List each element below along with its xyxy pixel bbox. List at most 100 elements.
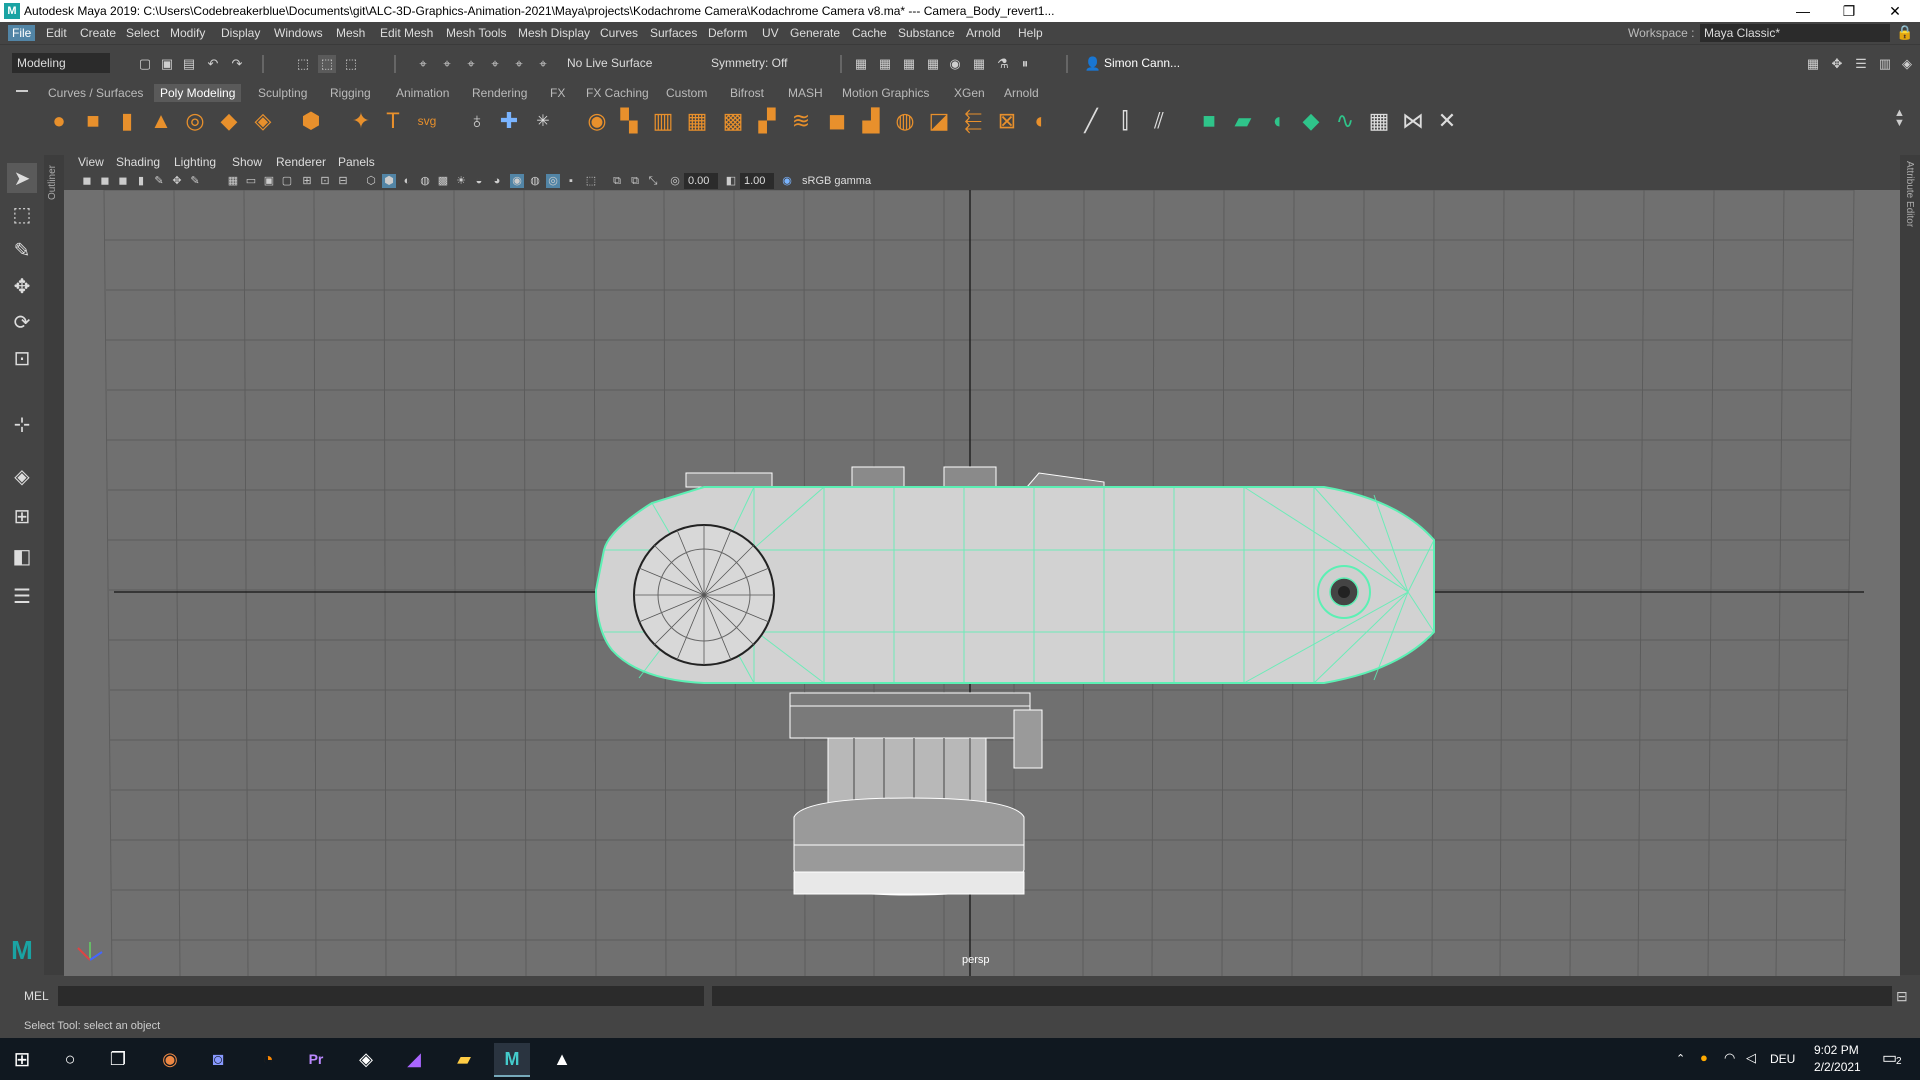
shadows-icon[interactable]: ☀ — [454, 174, 468, 188]
tab-arnold[interactable]: Arnold — [998, 84, 1045, 102]
menu-create[interactable]: Create — [76, 25, 120, 41]
attribute-editor-icon[interactable]: ☰ — [1852, 55, 1870, 73]
tab-custom[interactable]: Custom — [660, 84, 713, 102]
tab-fx-caching[interactable]: FX Caching — [580, 84, 655, 102]
super-shape-icon[interactable]: ✦ — [346, 106, 376, 136]
merge-icon[interactable]: ◪ — [924, 106, 954, 136]
arnold-render-icon[interactable]: ▦ — [970, 55, 988, 73]
svg-icon[interactable]: svg — [412, 106, 442, 136]
menu-help[interactable]: Help — [1014, 25, 1047, 41]
menu-select[interactable]: Select — [122, 25, 163, 41]
combine-icon[interactable]: ◉ — [582, 106, 612, 136]
select-by-hierarchy-icon[interactable]: ⬚ — [294, 55, 312, 73]
measure-icon[interactable]: ✚ — [494, 106, 524, 136]
sculpt-icon[interactable]: ♁ — [462, 106, 492, 136]
color-management-icon[interactable]: ◉ — [780, 174, 794, 188]
field-chart-icon[interactable]: ▢ — [280, 174, 294, 188]
multi-cut-icon[interactable]: ╱ — [1076, 106, 1106, 136]
tab-bifrost[interactable]: Bifrost — [724, 84, 770, 102]
grid-toggle-icon[interactable]: ✎ — [188, 174, 202, 188]
exposure-field[interactable]: 0.00 — [684, 173, 718, 189]
use-all-lights-icon[interactable]: ▩ — [436, 174, 450, 188]
action-center-icon[interactable]: ▭ — [1882, 1048, 1897, 1068]
2d-pan-zoom-icon[interactable]: ✎ — [152, 174, 166, 188]
select-tool-icon[interactable]: ➤ — [7, 163, 37, 193]
user-icon[interactable]: 👤 — [1084, 55, 1102, 73]
extrude-icon[interactable]: ▩ — [718, 106, 748, 136]
select-by-component-icon[interactable]: ⬚ — [342, 55, 360, 73]
show-hidden-icons[interactable]: ⌃ — [1676, 1052, 1685, 1065]
render-frame-icon[interactable]: ▦ — [876, 55, 894, 73]
lighting-menu[interactable]: Lighting — [174, 155, 216, 169]
taskbar-clock-date[interactable]: 2/2/2021 — [1814, 1060, 1861, 1074]
file-explorer-icon[interactable]: ▰ — [446, 1043, 482, 1075]
live-surface-field[interactable]: No Live Surface — [562, 53, 674, 73]
photos-icon[interactable]: ▲ — [544, 1043, 580, 1075]
tab-rendering[interactable]: Rendering — [466, 84, 533, 102]
maximize-button[interactable]: ❐ — [1826, 0, 1872, 22]
menu-display[interactable]: Display — [217, 25, 264, 41]
cylindrical-uv-icon[interactable]: ▰ — [1228, 106, 1258, 136]
film-gate-icon[interactable]: ▦ — [226, 174, 240, 188]
move-tool-icon[interactable]: ✥ — [7, 271, 37, 301]
smooth-shade-icon[interactable]: ⬢ — [382, 174, 396, 188]
show-manipulator-icon[interactable]: ⊹ — [7, 409, 37, 439]
redo-icon[interactable]: ↷ — [228, 55, 246, 73]
tab-poly-modeling[interactable]: Poly Modeling — [154, 84, 242, 102]
automatic-uv-icon[interactable]: ◆ — [1296, 106, 1326, 136]
arnold-ipr-icon[interactable]: ⚗ — [994, 55, 1012, 73]
poly-cube-icon[interactable]: ■ — [78, 106, 108, 136]
image-plane-icon[interactable]: ▮ — [134, 174, 148, 188]
uv-layout-icon[interactable]: ✕ — [1432, 106, 1462, 136]
bool-icon[interactable]: ◼ — [822, 106, 852, 136]
four-view-layout-icon[interactable]: ⊞ — [7, 501, 37, 531]
menu-deform[interactable]: Deform — [704, 25, 751, 41]
extract-icon[interactable]: ▥ — [648, 106, 678, 136]
view-transform-dropdown[interactable]: sRGB gamma — [798, 173, 958, 189]
quadrangulate-icon[interactable]: ◐ — [1026, 106, 1056, 136]
frame-selected-icon[interactable]: ⧉ — [628, 174, 642, 188]
new-scene-icon[interactable]: ▢ — [136, 55, 154, 73]
menu-curves[interactable]: Curves — [596, 25, 642, 41]
poly-disc-icon[interactable]: ◈ — [248, 106, 278, 136]
menu-uv[interactable]: UV — [758, 25, 783, 41]
triangulate-icon[interactable]: ⊠ — [992, 106, 1022, 136]
snap-curve-icon[interactable]: ⌖ — [438, 55, 456, 73]
tab-motion-graphics[interactable]: Motion Graphics — [836, 84, 935, 102]
xray-icon[interactable]: ◉ — [510, 174, 524, 188]
center-pivot-icon[interactable]: ✳ — [528, 106, 558, 136]
frame-all-icon[interactable]: ⧉ — [610, 174, 624, 188]
menu-modify[interactable]: Modify — [166, 25, 209, 41]
show-menu[interactable]: Show — [232, 155, 262, 169]
menu-arnold[interactable]: Arnold — [962, 25, 1005, 41]
wireframe-on-shaded-icon[interactable]: ◐ — [400, 174, 414, 188]
renderer-menu[interactable]: Renderer — [276, 155, 326, 169]
close-button[interactable]: ✕ — [1872, 0, 1918, 22]
isolate-select-icon[interactable]: ▪ — [564, 174, 578, 188]
isolate-icon[interactable]: ⊟ — [336, 174, 350, 188]
poly-sphere-icon[interactable]: ● — [44, 106, 74, 136]
camera-select-icon[interactable]: ◼ — [80, 174, 94, 188]
menu-edit[interactable]: Edit — [42, 25, 71, 41]
menu-generate[interactable]: Generate — [786, 25, 844, 41]
bevel-icon[interactable]: ≋ — [786, 106, 816, 136]
scale-tool-icon[interactable]: ⊡ — [7, 343, 37, 373]
panels-menu[interactable]: Panels — [338, 155, 375, 169]
uv-editor-icon[interactable]: ▦ — [1364, 106, 1394, 136]
tab-curves-surfaces[interactable]: Curves / Surfaces — [42, 84, 149, 102]
volume-icon[interactable]: ◁ — [1746, 1050, 1756, 1066]
camera-attributes-icon[interactable]: ◼ — [98, 174, 112, 188]
modeling-toolkit-icon[interactable]: ▦ — [1804, 55, 1822, 73]
bridge-icon[interactable]: ▞ — [752, 106, 782, 136]
screen-space-ao-icon[interactable]: ◒ — [472, 174, 486, 188]
undo-icon[interactable]: ↶ — [204, 55, 222, 73]
fill-hole-icon[interactable]: ▟ — [856, 106, 886, 136]
menu-windows[interactable]: Windows — [270, 25, 327, 41]
outliner-side-tab[interactable]: Outliner — [44, 155, 64, 975]
script-language-toggle[interactable]: MEL — [24, 989, 49, 1003]
snap-surface-icon[interactable]: ⌖ — [510, 55, 528, 73]
rotate-tool-icon[interactable]: ⟳ — [7, 307, 37, 337]
save-scene-icon[interactable]: ▤ — [180, 55, 198, 73]
perspective-viewport[interactable]: persp — [64, 190, 1900, 976]
mirror-icon[interactable]: ◍ — [890, 106, 920, 136]
